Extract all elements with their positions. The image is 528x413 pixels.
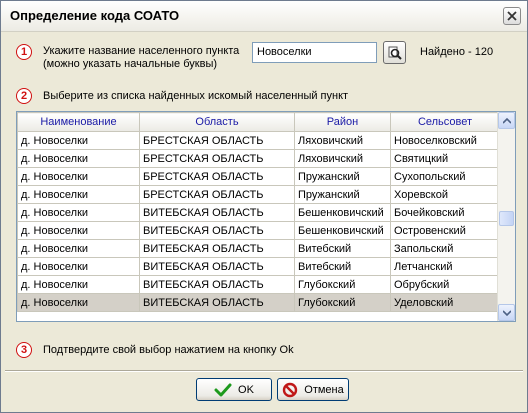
cell-region: ВИТЕБСКАЯ ОБЛАСТЬ (139, 257, 295, 276)
cell-village-council: Бочейковский (390, 203, 500, 222)
ok-button-label: OK (238, 383, 254, 396)
cell-region: БРЕСТСКАЯ ОБЛАСТЬ (139, 185, 295, 204)
cell-name: д. Новоселки (17, 185, 140, 204)
dialog-window: Определение кода СОАТО 1 Укажите названи… (0, 0, 528, 413)
scrollbar-thumb[interactable] (499, 211, 514, 226)
cell-village-council: Летчанский (390, 257, 500, 276)
table-row[interactable]: д. Новоселки ВИТЕБСКАЯ ОБЛАСТЬ Бешенковичс… (17, 221, 500, 240)
cell-district: Ляховичский (294, 149, 391, 168)
found-count: Найдено - 120 (420, 46, 494, 58)
cell-village-council: Новоселковский (390, 131, 500, 150)
table-row[interactable]: д. Новоселки БРЕСТСКАЯ ОБЛАСТЬ Ляховичский… (17, 131, 500, 150)
cell-region: ВИТЕБСКАЯ ОБЛАСТЬ (139, 275, 295, 294)
cell-village-council: Островенский (390, 221, 500, 240)
cell-village-council: Сухопольский (390, 167, 500, 186)
checkmark-icon (214, 383, 232, 396)
cell-village-council: Хоревской (390, 185, 500, 204)
table-row[interactable]: д. Новоселки ВИТЕБСКАЯ ОБЛАСТЬ Глубокский У… (17, 293, 500, 312)
cell-district: Ляховичский (294, 131, 391, 150)
window-title: Определение кода СОАТО (10, 8, 180, 23)
cell-name: д. Новоселки (17, 275, 140, 294)
cell-name: д. Новоселки (17, 149, 140, 168)
results-table: Наименование Область Район Сельсовет д. … (17, 112, 500, 312)
cell-district: Глубокский (294, 275, 391, 294)
arrow-up-icon (502, 117, 511, 124)
step-2-marker: 2 (16, 88, 32, 104)
cell-district: Глубокский (294, 293, 391, 312)
search-button[interactable] (383, 41, 406, 64)
step-1-label-line1: Укажите название населенного пункта (43, 45, 240, 57)
cell-region: ВИТЕБСКАЯ ОБЛАСТЬ (139, 239, 295, 258)
footer-separator (5, 370, 523, 372)
cell-district: Бешенковичский (294, 221, 391, 240)
cell-name: д. Новоселки (17, 203, 140, 222)
settlement-search-input[interactable]: Новоселки (252, 42, 377, 63)
vertical-scrollbar[interactable] (497, 112, 515, 321)
results-grid[interactable]: Наименование Область Район Сельсовет д. … (16, 111, 516, 322)
column-header-region[interactable]: Область (139, 112, 295, 132)
title-bar: Определение кода СОАТО (1, 1, 527, 32)
cell-region: БРЕСТСКАЯ ОБЛАСТЬ (139, 167, 295, 186)
cell-district: Витебский (294, 239, 391, 258)
grid-header-row: Наименование Область Район Сельсовет (17, 112, 500, 132)
no-entry-icon (283, 382, 298, 397)
column-header-village-council[interactable]: Сельсовет (390, 112, 500, 132)
magnifier-icon (388, 46, 402, 60)
table-row[interactable]: д. Новоселки БРЕСТСКАЯ ОБЛАСТЬ Ляховичский… (17, 149, 500, 168)
column-header-name[interactable]: Наименование (17, 112, 140, 132)
cell-name: д. Новоселки (17, 257, 140, 276)
scroll-down-button[interactable] (498, 304, 515, 321)
cell-name: д. Новоселки (17, 293, 140, 312)
scroll-up-button[interactable] (498, 112, 515, 129)
cell-village-council: Уделовский (390, 293, 500, 312)
cell-region: БРЕСТСКАЯ ОБЛАСТЬ (139, 149, 295, 168)
cell-region: ВИТЕБСКАЯ ОБЛАСТЬ (139, 293, 295, 312)
close-button[interactable] (503, 7, 521, 25)
table-row[interactable]: д. Новоселки ВИТЕБСКАЯ ОБЛАСТЬ Витебский За… (17, 239, 500, 258)
arrow-down-icon (502, 309, 511, 316)
step-1-marker: 1 (16, 44, 32, 60)
cell-district: Пружанский (294, 185, 391, 204)
step-1-label-line2: (можно указать начальные буквы) (43, 58, 218, 70)
cell-village-council: Обрубский (390, 275, 500, 294)
close-icon (507, 11, 517, 21)
step-2-label: Выберите из списка найденных искомый нас… (43, 90, 349, 102)
step-3-marker: 3 (16, 342, 32, 358)
cell-village-council: Святицкий (390, 149, 500, 168)
cell-region: ВИТЕБСКАЯ ОБЛАСТЬ (139, 203, 295, 222)
cell-district: Пружанский (294, 167, 391, 186)
table-row[interactable]: д. Новоселки ВИТЕБСКАЯ ОБЛАСТЬ Витебский Ле… (17, 257, 500, 276)
cell-region: БРЕСТСКАЯ ОБЛАСТЬ (139, 131, 295, 150)
table-row[interactable]: д. Новоселки ВИТЕБСКАЯ ОБЛАСТЬ Глубокский О… (17, 275, 500, 294)
table-row[interactable]: д. Новоселки ВИТЕБСКАЯ ОБЛАСТЬ Бешенковичс… (17, 203, 500, 222)
cancel-button[interactable]: Отмена (277, 378, 349, 401)
cell-village-council: Запольский (390, 239, 500, 258)
cancel-button-label: Отмена (304, 383, 344, 396)
cell-name: д. Новоселки (17, 131, 140, 150)
cell-name: д. Новоселки (17, 167, 140, 186)
cell-name: д. Новоселки (17, 221, 140, 240)
cell-region: ВИТЕБСКАЯ ОБЛАСТЬ (139, 221, 295, 240)
cell-name: д. Новоселки (17, 239, 140, 258)
step-3-label: Подтвердите свой выбор нажатием на кнопк… (43, 344, 294, 356)
table-row[interactable]: д. Новоселки БРЕСТСКАЯ ОБЛАСТЬ Пружанский С… (17, 167, 500, 186)
cell-district: Бешенковичский (294, 203, 391, 222)
table-row[interactable]: д. Новоселки БРЕСТСКАЯ ОБЛАСТЬ Пружанский Х… (17, 185, 500, 204)
cell-district: Витебский (294, 257, 391, 276)
column-header-district[interactable]: Район (294, 112, 391, 132)
ok-button[interactable]: OK (196, 378, 272, 401)
